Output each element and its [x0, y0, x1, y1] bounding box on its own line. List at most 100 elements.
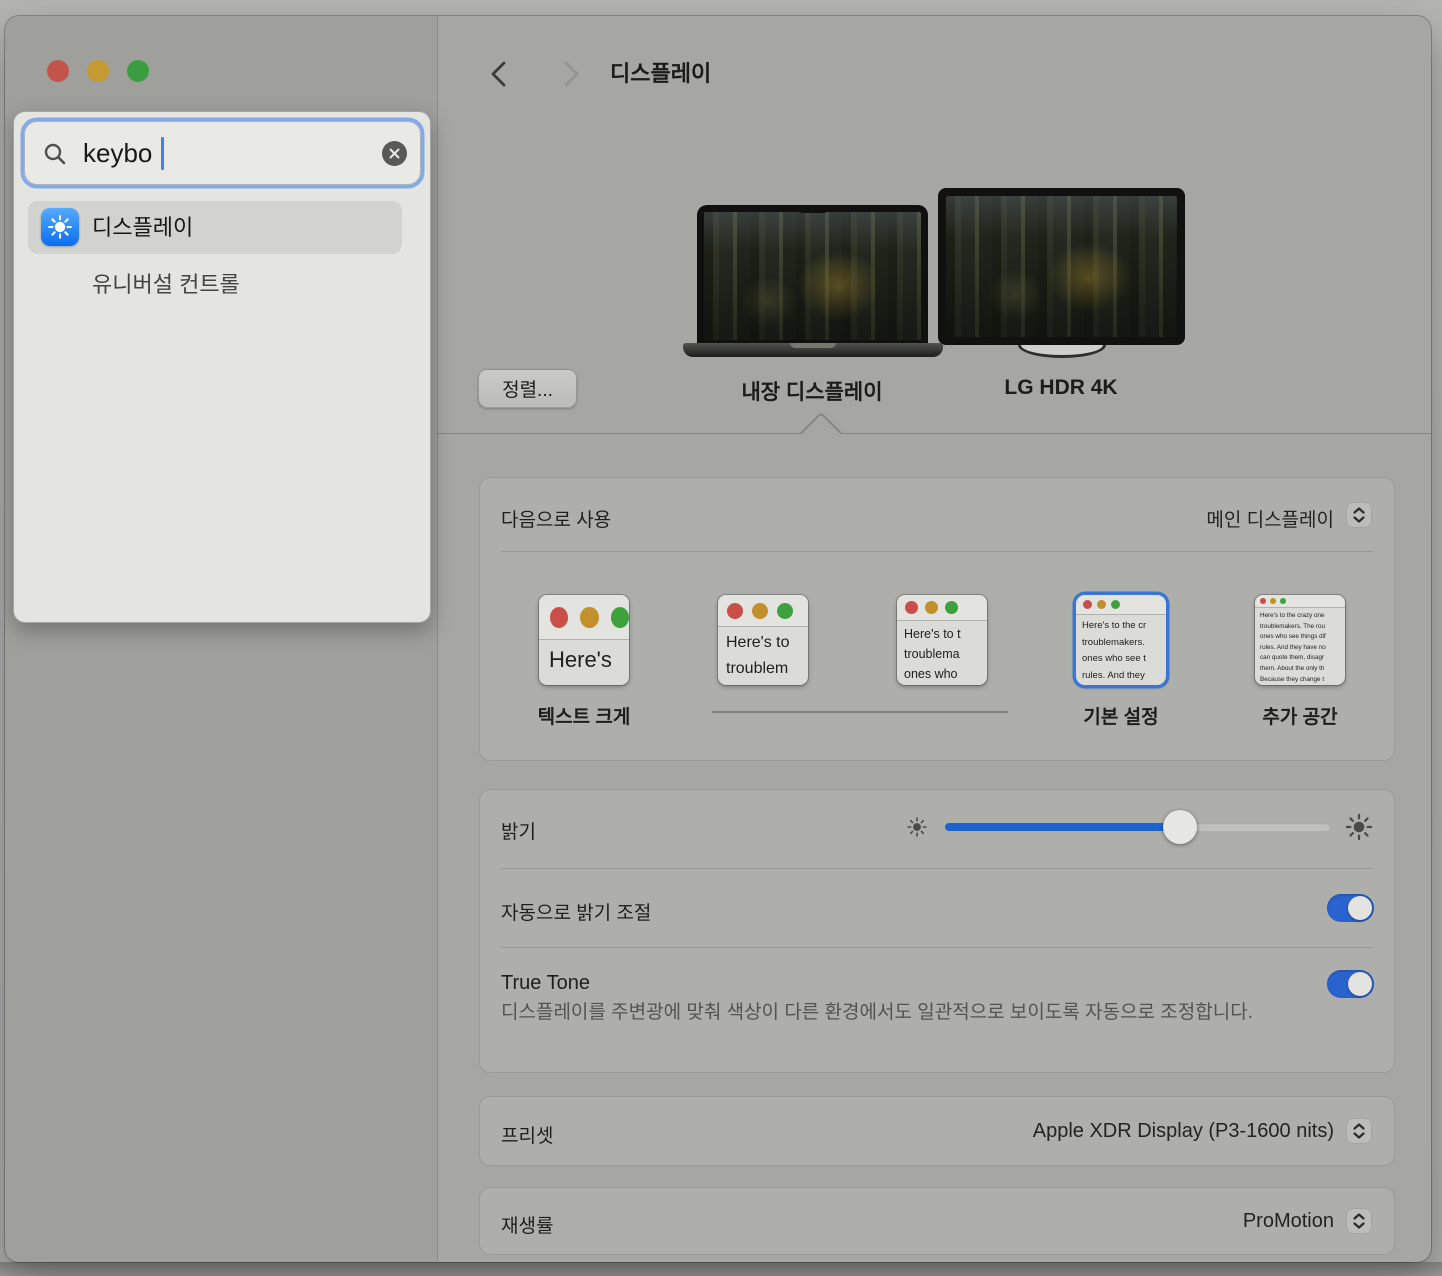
- mini-minimize-dot: [1270, 598, 1276, 604]
- mini-zoom-dot: [777, 603, 793, 619]
- system-settings-window: keybo: [5, 16, 1431, 1262]
- close-icon: [389, 148, 400, 159]
- search-icon: [42, 141, 68, 167]
- scaling-option-3[interactable]: Here's to t troublema ones who: [897, 595, 987, 685]
- stepper-chevrons-icon: [1351, 506, 1367, 524]
- traffic-lights: [47, 60, 149, 82]
- toggle-knob: [1348, 896, 1372, 920]
- laptop-notch: [797, 205, 829, 213]
- use-as-dropdown[interactable]: [1346, 502, 1372, 528]
- use-as-label: 다음으로 사용: [501, 505, 611, 532]
- desktop-background-strip: ssh-keygen: [0, 1262, 1442, 1276]
- refresh-rate-dropdown[interactable]: [1346, 1208, 1372, 1234]
- mini-minimize-dot: [752, 603, 768, 619]
- true-tone-label: True Tone: [501, 972, 590, 995]
- search-input[interactable]: keybo: [24, 121, 421, 185]
- mini-titlebar: [718, 595, 808, 627]
- mini-zoom-dot: [945, 601, 958, 614]
- clear-search-button[interactable]: [382, 141, 407, 166]
- auto-brightness-label: 자동으로 밝기 조절: [501, 898, 651, 925]
- scaling-label-more-space: 추가 공간: [1220, 702, 1380, 729]
- refresh-rate-value: ProMotion: [1243, 1210, 1334, 1233]
- display-mode-card: 다음으로 사용 메인 디스플레이 Here's Here's to troubl…: [480, 478, 1394, 760]
- external-display-thumbnail[interactable]: [938, 188, 1185, 345]
- mini-minimize-dot: [580, 607, 598, 628]
- refresh-rate-label: 재생률: [501, 1211, 553, 1238]
- brightness-slider-fill: [945, 823, 1180, 831]
- refresh-rate-card: 재생률 ProMotion: [480, 1188, 1394, 1254]
- mini-titlebar: [1076, 595, 1166, 615]
- mini-titlebar: [897, 595, 987, 621]
- divider: [501, 551, 1373, 552]
- preset-label: 프리셋: [501, 1121, 553, 1148]
- scaling-option-more-space[interactable]: Here's to the crazy one troublemakers. T…: [1255, 595, 1345, 685]
- brightness-slider-thumb[interactable]: [1163, 810, 1197, 844]
- mini-titlebar: [539, 595, 629, 640]
- sidebar-divider: [437, 16, 438, 1262]
- mini-titlebar: [1255, 595, 1345, 608]
- toggle-knob: [1348, 972, 1372, 996]
- laptop-base: [683, 343, 943, 357]
- zoom-button[interactable]: [127, 60, 149, 82]
- forward-button[interactable]: [557, 60, 583, 88]
- mini-preview-text: Here's: [539, 640, 629, 673]
- true-tone-toggle[interactable]: [1327, 970, 1374, 998]
- stepper-chevrons-icon: [1351, 1122, 1367, 1140]
- search-result-displays[interactable]: 디스플레이: [28, 201, 402, 254]
- brightness-high-icon: [1344, 812, 1374, 842]
- arrange-button[interactable]: 정렬...: [478, 369, 577, 408]
- scaling-label-larger-text: 텍스트 크게: [504, 702, 664, 729]
- search-suggestions-panel: keybo: [13, 111, 431, 623]
- preset-dropdown[interactable]: [1346, 1118, 1372, 1144]
- brightness-label: 밝기: [501, 817, 536, 844]
- use-as-value: 메인 디스플레이: [1206, 505, 1334, 532]
- divider: [501, 868, 1373, 869]
- wallpaper-forest: [946, 196, 1177, 337]
- laptop-base-notch: [790, 343, 836, 348]
- close-button[interactable]: [47, 60, 69, 82]
- brightness-card: 밝기: [480, 790, 1394, 1072]
- scaling-options-connector-line: [712, 711, 1008, 713]
- search-result-label: 유니버설 컨트롤: [92, 262, 240, 308]
- text-cursor: [161, 137, 164, 170]
- sidebar: keybo: [5, 16, 437, 1262]
- preset-card: 프리셋 Apple XDR Display (P3-1600 nits): [480, 1097, 1394, 1165]
- auto-brightness-toggle[interactable]: [1327, 894, 1374, 922]
- scaling-option-2[interactable]: Here's to troublem: [718, 595, 808, 685]
- brightness-slider-track[interactable]: [945, 823, 1330, 831]
- back-button[interactable]: [487, 60, 513, 88]
- minimize-button[interactable]: [87, 60, 109, 82]
- mini-preview-text: Here's to the cr troublemakers. ones who…: [1076, 615, 1166, 684]
- mini-minimize-dot: [1097, 600, 1106, 609]
- section-divider: [437, 433, 1431, 434]
- mini-zoom-dot: [1280, 598, 1286, 604]
- builtin-display-label: 내장 디스플레이: [677, 376, 947, 406]
- mini-close-dot: [550, 607, 568, 628]
- external-display-label: LG HDR 4K: [961, 376, 1161, 400]
- display-settings-icon: [41, 208, 79, 246]
- divider: [501, 947, 1373, 948]
- mini-preview-text: Here's to t troublema ones who: [897, 621, 987, 684]
- builtin-display-thumbnail[interactable]: [697, 205, 928, 347]
- mini-close-dot: [1083, 600, 1092, 609]
- search-result-label: 디스플레이: [92, 201, 193, 254]
- scaling-label-default: 기본 설정: [1041, 702, 1201, 729]
- scaling-option-default[interactable]: Here's to the cr troublemakers. ones who…: [1076, 595, 1166, 685]
- wallpaper-forest: [704, 212, 921, 340]
- mini-close-dot: [727, 603, 743, 619]
- page-title: 디스플레이: [610, 56, 711, 88]
- mini-preview-text: Here's to the crazy one troublemakers. T…: [1255, 608, 1345, 685]
- mini-close-dot: [905, 601, 918, 614]
- brightness-low-icon: [906, 816, 928, 838]
- arrange-button-label: 정렬...: [502, 375, 553, 402]
- true-tone-description: 디스플레이를 주변광에 맞춰 색상이 다른 환경에서도 일관적으로 보이도록 자…: [501, 998, 1261, 1027]
- search-input-value: keybo: [83, 122, 152, 184]
- mini-zoom-dot: [1111, 600, 1120, 609]
- mini-zoom-dot: [611, 607, 629, 628]
- search-result-universal-control[interactable]: 유니버설 컨트롤: [28, 262, 402, 308]
- brightness-sun-icon: [47, 214, 73, 240]
- mini-minimize-dot: [925, 601, 938, 614]
- preset-value: Apple XDR Display (P3-1600 nits): [1033, 1120, 1334, 1143]
- mini-close-dot: [1260, 598, 1266, 604]
- scaling-option-larger-text[interactable]: Here's: [539, 595, 629, 685]
